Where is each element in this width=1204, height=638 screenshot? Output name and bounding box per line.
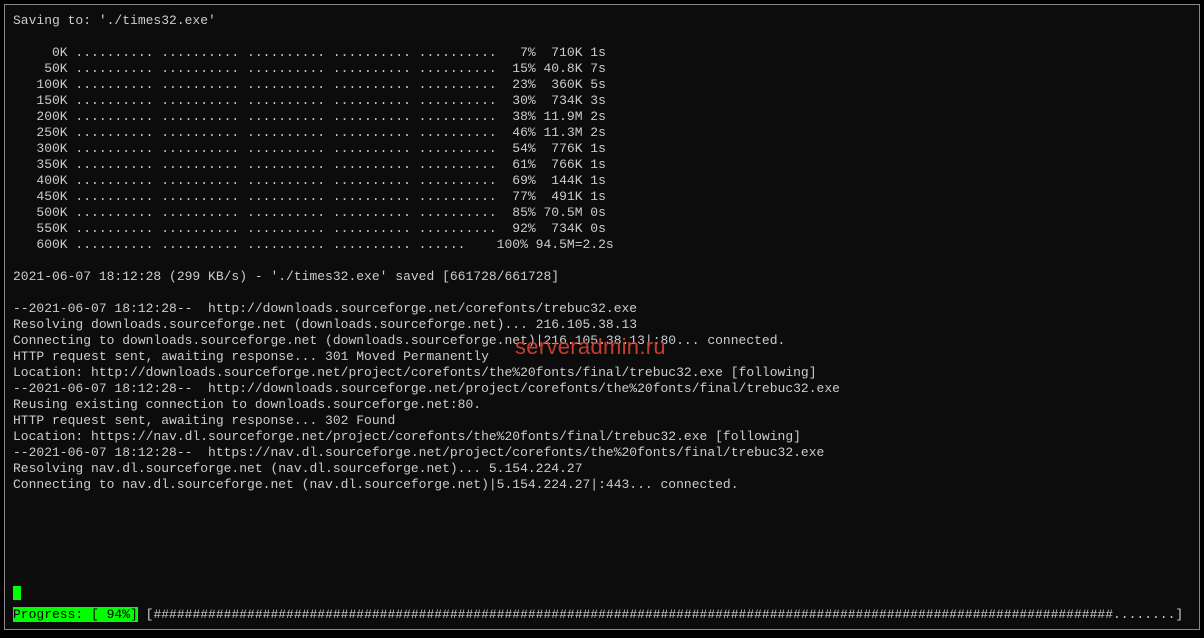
log-line: Resolving downloads.sourceforge.net (dow… (13, 317, 1191, 333)
progress-row: 150K .......... .......... .......... ..… (13, 93, 1191, 109)
log-line: Location: http://downloads.sourceforge.n… (13, 365, 1191, 381)
download-summary: 2021-06-07 18:12:28 (299 KB/s) - './time… (13, 269, 1191, 285)
progress-bar-fill: ########################################… (153, 607, 1113, 622)
log-line: --2021-06-07 18:12:28-- https://nav.dl.s… (13, 445, 1191, 461)
progress-percent-label: Progress: [ 94%] (13, 607, 138, 622)
log-line: Connecting to downloads.sourceforge.net … (13, 333, 1191, 349)
progress-row: 400K .......... .......... .......... ..… (13, 173, 1191, 189)
progress-last-row: 600K .......... .......... .......... ..… (13, 237, 1191, 253)
progress-bar-line: Progress: [ 94%] [######################… (13, 607, 1191, 623)
progress-row: 550K .......... .......... .......... ..… (13, 221, 1191, 237)
progress-row: 250K .......... .......... .......... ..… (13, 125, 1191, 141)
blank-line (13, 253, 1191, 269)
progress-rows: 0K .......... .......... .......... ....… (13, 45, 1191, 237)
log-line: Reusing existing connection to downloads… (13, 397, 1191, 413)
blank-line (13, 285, 1191, 301)
cursor-block (13, 586, 21, 600)
log-line: HTTP request sent, awaiting response... … (13, 413, 1191, 429)
progress-bar-close: ] (1175, 607, 1183, 622)
progress-row: 500K .......... .......... .......... ..… (13, 205, 1191, 221)
progress-bar-empty: ........ (1113, 607, 1175, 622)
log-line: Resolving nav.dl.sourceforge.net (nav.dl… (13, 461, 1191, 477)
saving-header: Saving to: './times32.exe' (13, 13, 1191, 29)
progress-row: 50K .......... .......... .......... ...… (13, 61, 1191, 77)
progress-row: 350K .......... .......... .......... ..… (13, 157, 1191, 173)
log-line: --2021-06-07 18:12:28-- http://downloads… (13, 381, 1191, 397)
blank-line (13, 29, 1191, 45)
progress-row: 450K .......... .......... .......... ..… (13, 189, 1191, 205)
progress-row: 100K .......... .......... .......... ..… (13, 77, 1191, 93)
log-line: Location: https://nav.dl.sourceforge.net… (13, 429, 1191, 445)
progress-row: 300K .......... .......... .......... ..… (13, 141, 1191, 157)
log-line: HTTP request sent, awaiting response... … (13, 349, 1191, 365)
wget-log: --2021-06-07 18:12:28-- http://downloads… (13, 301, 1191, 493)
progress-row: 200K .......... .......... .......... ..… (13, 109, 1191, 125)
terminal-window[interactable]: Saving to: './times32.exe' 0K ..........… (4, 4, 1200, 630)
terminal-footer: Progress: [ 94%] [######################… (13, 586, 1191, 623)
log-line: --2021-06-07 18:12:28-- http://downloads… (13, 301, 1191, 317)
log-line: Connecting to nav.dl.sourceforge.net (na… (13, 477, 1191, 493)
progress-bar-open: [ (138, 607, 154, 622)
progress-row: 0K .......... .......... .......... ....… (13, 45, 1191, 61)
